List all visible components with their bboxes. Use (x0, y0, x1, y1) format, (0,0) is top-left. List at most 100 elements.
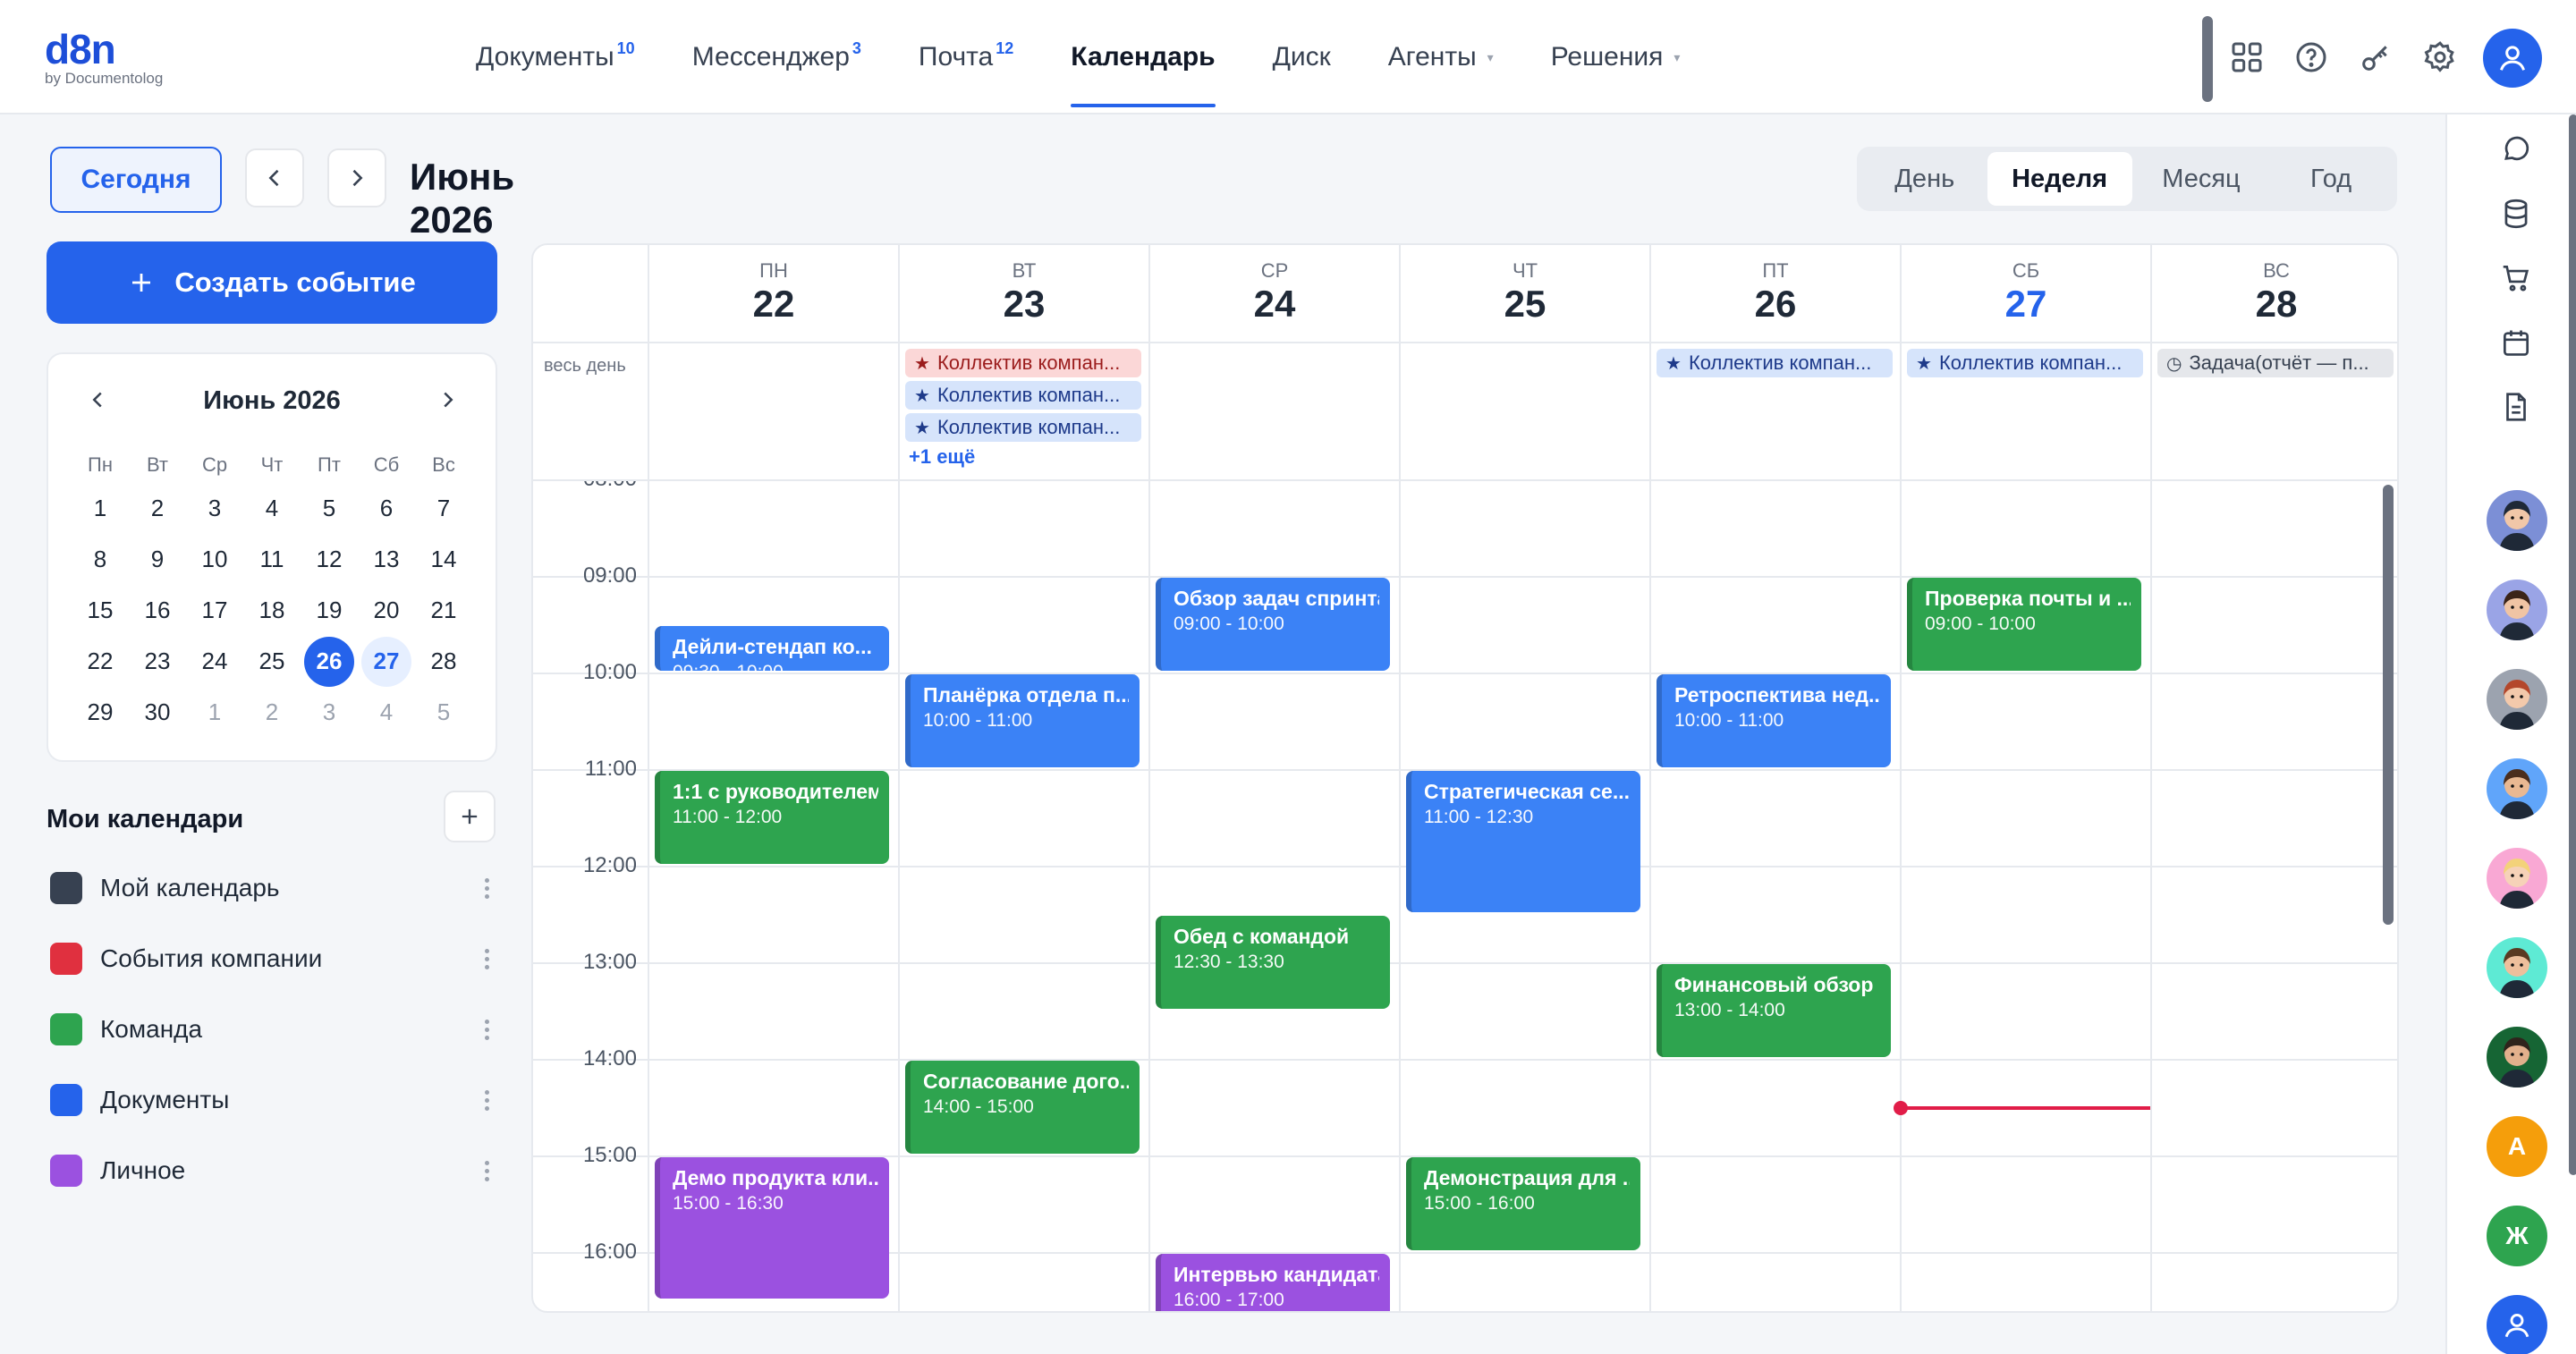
user-group-icon[interactable] (2487, 1295, 2547, 1354)
mini-day[interactable]: 9 (129, 535, 186, 585)
calendar-item[interactable]: События компании (50, 936, 497, 981)
apps-grid-icon[interactable] (2229, 39, 2265, 75)
chat-icon[interactable] (2499, 132, 2533, 166)
contact-avatar[interactable] (2487, 758, 2547, 819)
all-day-event[interactable]: ★ Коллектив компан... (1907, 349, 2143, 377)
mini-day[interactable]: 17 (186, 586, 243, 636)
mini-day[interactable]: 26 (301, 636, 358, 687)
mini-day[interactable]: 4 (243, 484, 301, 534)
calendar-event[interactable]: Обед с командой 12:30 - 13:30 (1156, 916, 1390, 1009)
mini-day[interactable]: 30 (129, 688, 186, 738)
mini-day[interactable]: 14 (415, 535, 472, 585)
contact-avatar-letter[interactable]: А (2487, 1116, 2547, 1177)
mini-day[interactable]: 8 (72, 535, 129, 585)
nav-item-2[interactable]: Почта 12 (890, 0, 1042, 114)
day-header[interactable]: ПТ 26 (1649, 245, 1900, 342)
mini-day[interactable]: 10 (186, 535, 243, 585)
view-1-button[interactable]: Неделя (1987, 152, 2132, 206)
calendar-item[interactable]: Личное (50, 1148, 497, 1193)
calendar-color-swatch[interactable] (50, 1013, 82, 1045)
day-header[interactable]: СБ 27 (1900, 245, 2150, 342)
more-vertical-icon[interactable] (476, 948, 497, 969)
user-avatar[interactable] (2483, 29, 2542, 88)
mini-day[interactable]: 13 (358, 535, 415, 585)
more-vertical-icon[interactable] (476, 1019, 497, 1040)
calendar-event[interactable]: Согласование дого... 14:00 - 15:00 (905, 1061, 1140, 1154)
calendar-item[interactable]: Команда (50, 1007, 497, 1052)
nav-item-1[interactable]: Мессенджер 3 (664, 0, 890, 114)
contact-avatar[interactable] (2487, 848, 2547, 909)
calendar-event[interactable]: Финансовый обзор 13:00 - 14:00 (1657, 964, 1891, 1057)
time-grid[interactable]: 08:00 09:00 10:00 11:00 12:00 13:00 14:00 15:00… (533, 479, 2397, 1311)
calendar-color-swatch[interactable] (50, 943, 82, 975)
prev-week-button[interactable] (245, 148, 304, 207)
mini-day[interactable]: 1 (186, 688, 243, 738)
calendar-event[interactable]: Ретроспектива нед... 10:00 - 11:00 (1657, 674, 1891, 767)
calendar-event[interactable]: Интервью кандидата 16:00 - 17:00 (1156, 1254, 1390, 1311)
day-header[interactable]: СР 24 (1148, 245, 1399, 342)
day-header[interactable]: ПН 22 (648, 245, 898, 342)
add-calendar-button[interactable] (444, 791, 496, 842)
calendar-event[interactable]: Демонстрация для ... 15:00 - 16:00 (1406, 1157, 1640, 1250)
cart-icon[interactable] (2499, 261, 2533, 295)
mini-day[interactable]: 19 (301, 586, 358, 636)
more-vertical-icon[interactable] (476, 1160, 497, 1181)
calendar-event[interactable]: Дейли-стендап ко... 09:30 - 10:00 (655, 626, 889, 671)
nav-item-3[interactable]: Календарь (1042, 0, 1243, 114)
calendar-color-swatch[interactable] (50, 1155, 82, 1187)
rail-scrollbar[interactable] (2569, 114, 2576, 1175)
calendar-color-swatch[interactable] (50, 872, 82, 904)
view-2-button[interactable]: Месяц (2132, 152, 2271, 206)
mini-day[interactable]: 6 (358, 484, 415, 534)
more-vertical-icon[interactable] (476, 877, 497, 899)
mini-day[interactable]: 5 (415, 688, 472, 738)
more-events-link[interactable]: +1 ещё (909, 445, 975, 469)
mini-day[interactable]: 25 (243, 637, 301, 687)
contact-avatar[interactable] (2487, 490, 2547, 551)
mini-day[interactable]: 2 (129, 484, 186, 534)
key-icon[interactable] (2358, 39, 2394, 75)
calendar-event[interactable]: Проверка почты и ... 09:00 - 10:00 (1907, 578, 2141, 671)
nav-item-0[interactable]: Документы 10 (447, 0, 664, 114)
calendar-item[interactable]: Документы (50, 1078, 497, 1122)
view-0-button[interactable]: День (1862, 152, 1987, 206)
nav-item-5[interactable]: Агенты ▾ (1360, 0, 1522, 114)
mini-day[interactable]: 3 (186, 484, 243, 534)
calendar-icon[interactable] (2499, 326, 2533, 360)
contact-avatar-letter[interactable]: Ж (2487, 1206, 2547, 1266)
nav-item-4[interactable]: Диск (1244, 0, 1360, 114)
contact-avatar[interactable] (2487, 1027, 2547, 1087)
calendar-event[interactable]: 1:1 с руководителем 11:00 - 12:00 (655, 771, 889, 864)
calendar-color-swatch[interactable] (50, 1084, 82, 1116)
create-event-button[interactable]: Создать событие (47, 241, 497, 324)
day-header[interactable]: ВТ 23 (898, 245, 1148, 342)
mini-day[interactable]: 11 (243, 535, 301, 585)
database-icon[interactable] (2499, 197, 2533, 231)
all-day-event[interactable]: ★ Коллектив компан... (905, 381, 1141, 410)
all-day-event[interactable]: ★ Коллектив компан... (905, 413, 1141, 442)
mini-day[interactable]: 27 (358, 636, 415, 687)
logo[interactable]: d8n by Documentolog (45, 27, 163, 88)
all-day-event[interactable]: ★ Коллектив компан... (905, 349, 1141, 377)
mini-day[interactable]: 20 (358, 586, 415, 636)
all-day-event[interactable]: ◷ Задача(отчёт — п... (2157, 349, 2394, 377)
view-3-button[interactable]: Год (2270, 152, 2392, 206)
all-day-event[interactable]: ★ Коллектив компан... (1657, 349, 1893, 377)
mini-day[interactable]: 28 (415, 637, 472, 687)
contact-avatar[interactable] (2487, 669, 2547, 730)
mini-day[interactable]: 5 (301, 484, 358, 534)
calendar-event[interactable]: Демо продукта кли... 15:00 - 16:30 (655, 1157, 889, 1299)
mini-day[interactable]: 2 (243, 688, 301, 738)
mini-day[interactable]: 3 (301, 688, 358, 738)
mini-day[interactable]: 24 (186, 637, 243, 687)
mini-day[interactable]: 1 (72, 484, 129, 534)
mini-day[interactable]: 4 (358, 688, 415, 738)
mini-day[interactable]: 23 (129, 637, 186, 687)
mini-day[interactable]: 18 (243, 586, 301, 636)
document-icon[interactable] (2499, 390, 2533, 424)
day-header[interactable]: ВС 28 (2150, 245, 2397, 342)
calendar-event[interactable]: Обзор задач спринта 09:00 - 10:00 (1156, 578, 1390, 671)
calendar-event[interactable]: Планёрка отдела п... 10:00 - 11:00 (905, 674, 1140, 767)
mini-day[interactable]: 12 (301, 535, 358, 585)
mini-day[interactable]: 22 (72, 637, 129, 687)
